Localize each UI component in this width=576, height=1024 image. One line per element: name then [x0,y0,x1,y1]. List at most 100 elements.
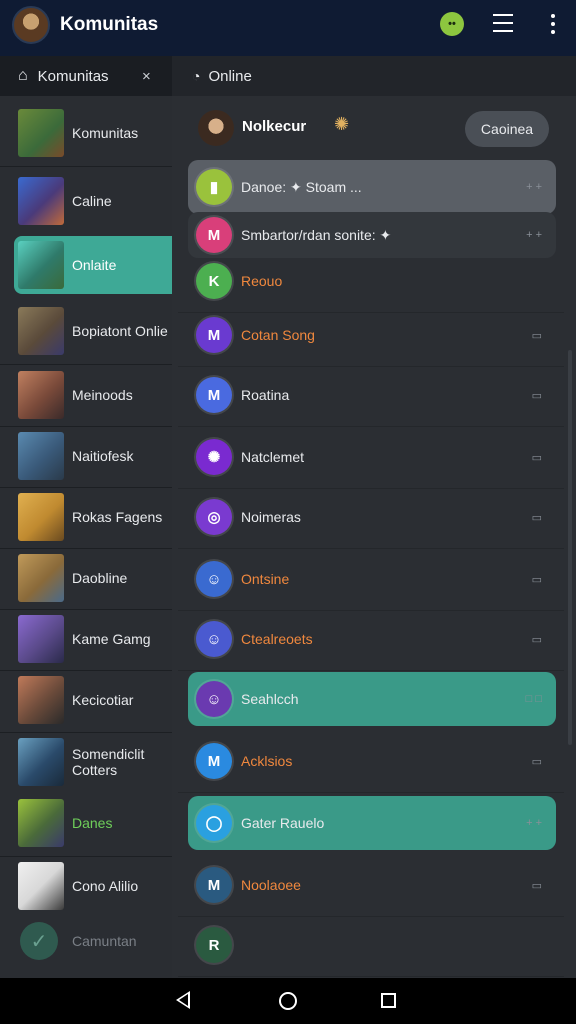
list-item[interactable]: ☺ Ontsine ▭ [188,552,556,606]
sidebar-item-rokas-fagens[interactable]: Rokas Fagens [0,488,172,546]
sidebar-item-onlaite[interactable]: Onlaite [14,236,172,294]
tab-online-label: Online [208,67,252,85]
channel-icon: ▮ [196,169,232,205]
list-item[interactable]: ◎ Noimeras ▭ [188,490,556,544]
sidebar-item-cono-alilio[interactable]: Cono Alilio [0,857,172,915]
list-item-label: Danoe: ✦ Stoam ... [241,178,362,195]
sidebar-item-label: Komunitas [72,125,139,141]
scrollbar[interactable] [568,350,572,745]
sidebar-item-camuntan[interactable]: ✓ Camuntan [0,912,172,970]
tab-komunitas-label: Komunitas [37,67,109,85]
list-item-label: Noimeras [241,509,301,525]
top-app-bar: Komunitas •• [0,0,576,56]
main-panel: Nolkecur ✺ Caoinea ▮ Danoe: ✦ Stoam ... + … [172,96,576,978]
sidebar-item-label: Onlaite [72,257,117,273]
back-icon[interactable] [176,991,190,1009]
channel-icon: K [196,263,232,299]
channel-icon: M [196,867,232,903]
sidebar-item-bopiatont[interactable]: Bopiatont Onlie [0,302,172,360]
panel-header: Nolkecur ✺ Caoinea [192,108,552,148]
game-thumbnail [18,738,64,786]
header-action-button[interactable]: Caoinea [465,111,549,147]
list-item-label: Ontsine [241,571,290,587]
sidebar-item-label: Caline [72,193,112,209]
list-item[interactable]: ▮ Danoe: ✦ Stoam ... + + [188,160,556,214]
list-item-meta: + + [526,229,542,241]
channel-icon: ◯ [196,805,232,841]
sidebar-item-daobline[interactable]: Daobline [0,549,172,607]
game-thumbnail [18,432,64,480]
list-item[interactable]: M Smbartor/rdan sonite: ✦ + + [188,212,556,258]
sidebar-item-kame-gamg[interactable]: Kame Gamg [0,610,172,668]
list-item[interactable]: ☺ Seahlcch □ □ [188,672,556,726]
recents-icon[interactable] [381,993,396,1008]
menu-icon[interactable] [493,14,513,34]
list-item-meta: + + [526,817,542,829]
sidebar: Komunitas Caline Onlaite Bopiatont Onlie… [0,96,172,978]
list-item-meta: ▭ [531,329,542,342]
list-item-label: Smbartor/rdan sonite: ✦ [241,226,392,243]
game-thumbnail [18,799,64,847]
list-item-meta: □ □ [525,693,542,705]
sidebar-item-naitiofesk[interactable]: Naitiofesk [0,427,172,485]
panel-user-name: Nolkecur [242,118,307,135]
sidebar-item-komunitas[interactable]: Komunitas [0,104,172,162]
more-options-icon[interactable] [545,12,561,36]
close-icon[interactable]: × [142,68,151,85]
list-item-meta: ▭ [531,879,542,892]
list-item[interactable]: ✺ Natclemet ▭ [188,430,556,484]
channel-icon: ◎ [196,499,232,535]
list-item-meta: ▭ [531,633,542,646]
game-thumbnail [18,241,64,289]
tab-online[interactable]: ◔ Online [172,56,576,96]
list-item[interactable]: ◯ Gater Rauelo + + [188,796,556,850]
sidebar-item-label: Meinoods [72,387,133,403]
channel-icon: M [196,217,232,253]
chat-icon: ◔ [192,68,201,84]
status-badge-icon[interactable]: •• [440,12,464,36]
sidebar-item-kecicotiar[interactable]: Kecicotiar [0,671,172,729]
user-avatar[interactable] [198,110,234,146]
sidebar-item-danes[interactable]: Danes [0,794,172,852]
app-title: Komunitas [60,14,159,35]
list-item-label: Natclemet [241,449,305,465]
list-item[interactable]: R [188,918,556,972]
game-thumbnail [18,109,64,157]
list-item[interactable]: M Roatina ▭ [188,368,556,422]
list-item-label: Cotan Song [241,327,315,343]
channel-icon: ☺ [196,621,232,657]
channel-icon: ☺ [196,561,232,597]
list-item-label: Roatina [241,387,290,403]
tab-komunitas[interactable]: ⌂ Komunitas × [0,56,170,96]
sidebar-item-caline[interactable]: Caline [0,172,172,230]
list-item[interactable]: M Cotan Song ▭ [188,308,556,362]
sidebar-item-label: Somendiclit Cotters [72,746,145,778]
tab-bar: ⌂ Komunitas × ◔ Online [0,56,576,96]
channel-icon: ✺ [196,439,232,475]
list-item[interactable]: ☺ Ctealreoets ▭ [188,612,556,666]
game-thumbnail [18,177,64,225]
channel-icon: ☺ [196,681,232,717]
list-item-label: Acklsios [241,753,293,769]
game-thumbnail [18,307,64,355]
game-thumbnail [18,615,64,663]
sidebar-item-label: Kecicotiar [72,692,134,708]
list-item-meta: ▭ [531,511,542,524]
list-item[interactable]: M Acklsios ▭ [188,734,556,788]
list-item-label: Gater Rauelo [241,815,325,831]
sidebar-item-label: Danes [72,815,113,831]
home-nav-icon[interactable] [279,992,297,1010]
channel-icon: R [196,927,232,963]
sidebar-item-meinoods[interactable]: Meinoods [0,366,172,424]
list-item[interactable]: M Noolaoee ▭ [188,858,556,912]
sidebar-item-label: Camuntan [72,933,137,949]
list-item[interactable]: K Reouo [188,254,556,308]
sidebar-item-somendiclit[interactable]: Somendiclit Cotters [0,733,172,791]
home-icon: ⌂ [18,67,28,84]
channel-icon: M [196,377,232,413]
channel-icon: M [196,743,232,779]
profile-avatar[interactable] [12,6,50,44]
channel-icon: M [196,317,232,353]
list-item-label: Seahlcch [241,691,299,707]
sidebar-item-label: Daobline [72,570,128,586]
